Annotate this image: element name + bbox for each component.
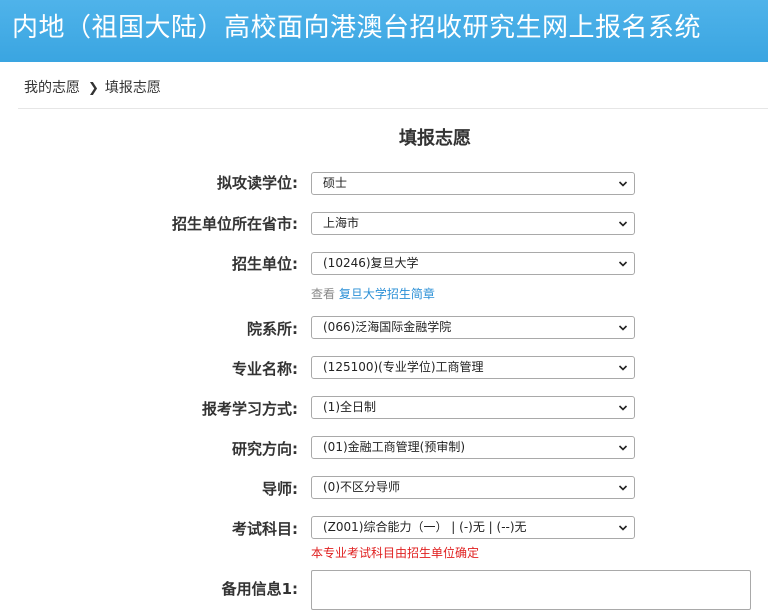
research-direction-select[interactable]: (01)金融工商管理(预审制): [311, 436, 635, 459]
chevron-down-icon: [618, 325, 628, 331]
form-title: 填报志愿: [399, 128, 471, 149]
chevron-down-icon: [618, 221, 628, 227]
province-select-value: 上海市: [323, 216, 360, 230]
institution-select[interactable]: (10246)复旦大学: [311, 252, 635, 275]
backup-info-1-label: 备用信息1:: [221, 580, 298, 598]
supervisor-label: 导师:: [262, 480, 298, 498]
exam-subjects-select[interactable]: (Z001)综合能力（一） | (-)无 | (--)无: [311, 516, 635, 539]
breadcrumb-my-choices[interactable]: 我的志愿: [24, 80, 80, 96]
chevron-down-icon: [618, 445, 628, 451]
supervisor-select-value: (0)不区分导师: [323, 480, 400, 494]
breadcrumb-current: 填报志愿: [104, 80, 161, 96]
chevron-down-icon: [618, 405, 628, 411]
institution-label: 招生单位:: [232, 255, 298, 273]
province-select[interactable]: 上海市: [311, 212, 635, 235]
admission-brochure-link[interactable]: 复旦大学招生简章: [339, 287, 435, 301]
degree-select-value: 硕士: [323, 176, 348, 190]
study-mode-select-value: (1)全日制: [323, 400, 376, 414]
major-select-value: (125100)(专业学位)工商管理: [323, 360, 484, 374]
chevron-down-icon: [618, 365, 628, 371]
province-label: 招生单位所在省市:: [172, 215, 298, 233]
study-mode-label: 报考学习方式:: [202, 400, 298, 418]
exam-subjects-select-value: (Z001)综合能力（一） | (-)无 | (--)无: [323, 520, 527, 534]
institution-hint: 查看 复旦大学招生简章: [311, 285, 435, 302]
chevron-right-icon: ❯: [88, 81, 99, 96]
system-title: 内地（祖国大陆）高校面向港澳台招收研究生网上报名系统: [12, 13, 702, 43]
chevron-down-icon: [618, 261, 628, 267]
chevron-down-icon: [618, 525, 628, 531]
major-select[interactable]: (125100)(专业学位)工商管理: [311, 356, 635, 379]
degree-select[interactable]: 硕士: [311, 172, 635, 195]
department-select[interactable]: (066)泛海国际金融学院: [311, 316, 635, 339]
breadcrumb: 我的志愿 ❯ 填报志愿: [24, 78, 161, 99]
supervisor-select[interactable]: (0)不区分导师: [311, 476, 635, 499]
major-label: 专业名称:: [232, 360, 298, 378]
breadcrumb-divider: [18, 108, 768, 109]
study-mode-select[interactable]: (1)全日制: [311, 396, 635, 419]
chevron-down-icon: [618, 485, 628, 491]
exam-subjects-label: 考试科目:: [232, 520, 298, 538]
degree-label: 拟攻读学位:: [217, 174, 298, 192]
backup-info-1-textarea[interactable]: [311, 570, 751, 610]
department-select-value: (066)泛海国际金融学院: [323, 320, 452, 334]
department-label: 院系所:: [247, 320, 298, 338]
page-header: 内地（祖国大陆）高校面向港澳台招收研究生网上报名系统: [0, 0, 768, 62]
chevron-down-icon: [618, 181, 628, 187]
research-direction-select-value: (01)金融工商管理(预审制): [323, 440, 465, 454]
exam-subjects-note: 本专业考试科目由招生单位确定: [311, 546, 480, 560]
institution-select-value: (10246)复旦大学: [323, 256, 419, 270]
research-direction-label: 研究方向:: [232, 440, 298, 458]
institution-hint-prefix: 查看: [311, 287, 336, 301]
